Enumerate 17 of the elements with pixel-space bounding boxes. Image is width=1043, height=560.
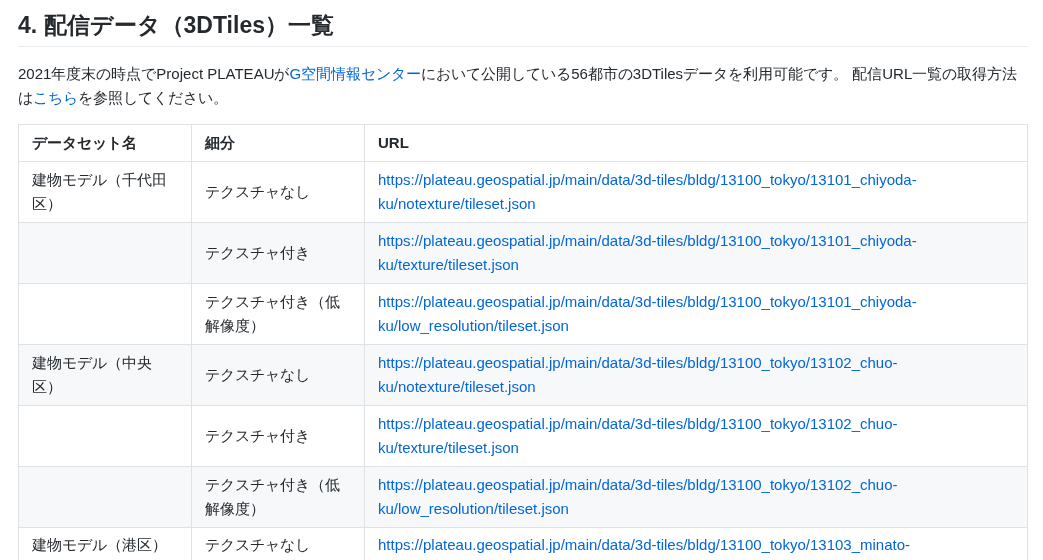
table-cell: テクスチャなし — [205, 536, 310, 553]
section-heading: 4. 配信データ（3DTiles）一覧 — [18, 0, 1028, 47]
table-cell: 建物モデル（港区） — [32, 536, 167, 553]
column-header: 細分 — [191, 124, 365, 162]
table-cell: 建物モデル（中央区） — [32, 354, 152, 395]
column-header: URL — [364, 124, 1028, 162]
table-cell: テクスチャ付き — [205, 427, 310, 444]
table-cell: 建物モデル（千代田区） — [32, 171, 167, 212]
table-cell: テクスチャ付き（低解像度） — [205, 476, 340, 517]
text-link[interactable]: こちら — [33, 89, 78, 106]
intro-paragraph: 2021年度末の時点でProject PLATEAUがG空間情報センターにおいて公開している56都市の3DTilesデータを利用可能です。 配信URL一覧の取得方法はこちら を参照してください。 — [18, 64, 1019, 108]
table-cell: テクスチャ付き（低解像度） — [205, 293, 340, 334]
table-cell: テクスチャなし — [205, 366, 310, 383]
table-cell: テクスチャ付き — [205, 244, 310, 261]
column-header: データセット名 — [18, 124, 192, 162]
table-cell: テクスチャなし — [205, 183, 310, 200]
text-link[interactable]: G空間情報センター — [289, 65, 422, 82]
